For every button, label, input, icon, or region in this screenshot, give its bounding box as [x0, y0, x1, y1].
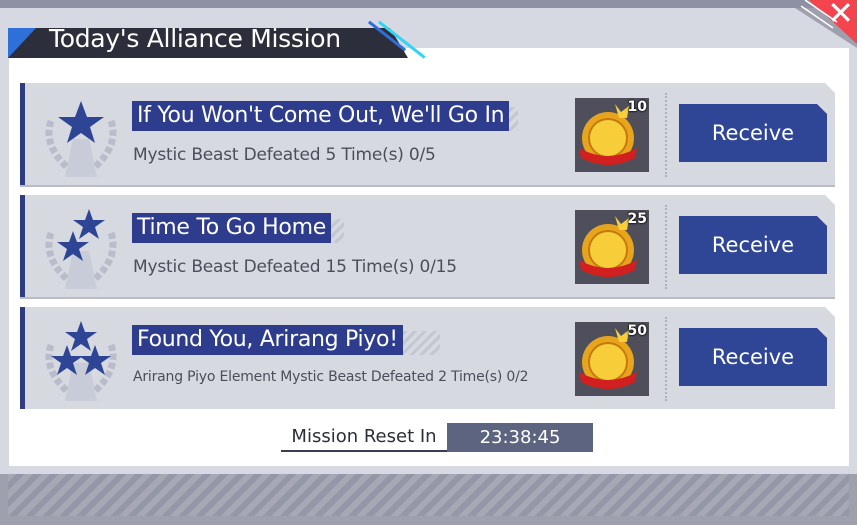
mission-title: Found You, Arirang Piyo! — [132, 325, 403, 355]
card-shadow — [20, 185, 835, 187]
close-button[interactable]: ✕ — [797, 0, 857, 44]
header-accent — [8, 28, 36, 58]
close-icon[interactable]: ✕ — [827, 0, 854, 32]
mission-description: Mystic Beast Defeated 15 Time(s) 0/15 — [133, 257, 457, 277]
two-star-medal-icon — [45, 209, 117, 289]
mission-title: Time To Go Home — [132, 213, 331, 243]
reward-count: 50 — [627, 323, 647, 339]
mission-reset-timer: 23:38:45 — [447, 423, 593, 452]
reward-count: 25 — [627, 211, 647, 227]
card-divider — [665, 317, 667, 401]
reward-item[interactable]: 50 — [575, 322, 649, 396]
window-title: Today's Alliance Mission — [49, 24, 341, 53]
mission-card: Time To Go Home Mystic Beast Defeated 15… — [20, 195, 835, 297]
mission-card: If You Won't Come Out, We'll Go In Mysti… — [20, 83, 835, 185]
footer-strip — [8, 474, 849, 516]
mission-description: Mystic Beast Defeated 5 Time(s) 0/5 — [133, 145, 436, 165]
mission-title-wrap: Time To Go Home — [132, 213, 344, 243]
reward-item[interactable]: 10 — [575, 98, 649, 172]
three-star-medal-icon — [45, 321, 117, 401]
reward-count: 10 — [627, 99, 647, 115]
receive-button[interactable]: Receive — [679, 216, 827, 274]
card-shadow — [20, 297, 835, 299]
reward-item[interactable]: 25 — [575, 210, 649, 284]
mission-card: Found You, Arirang Piyo! Arirang Piyo El… — [20, 307, 835, 409]
card-divider — [665, 93, 667, 177]
mission-reset-label: Mission Reset In — [281, 424, 447, 452]
one-star-medal-icon — [45, 101, 117, 177]
mission-title: If You Won't Come Out, We'll Go In — [132, 101, 510, 131]
mission-title-wrap: Found You, Arirang Piyo! — [132, 325, 440, 355]
top-strip — [0, 0, 857, 8]
mission-title-wrap: If You Won't Come Out, We'll Go In — [132, 101, 518, 131]
receive-button[interactable]: Receive — [679, 104, 827, 162]
card-divider — [665, 205, 667, 289]
receive-button[interactable]: Receive — [679, 328, 827, 386]
mission-description: Arirang Piyo Element Mystic Beast Defeat… — [133, 369, 529, 385]
